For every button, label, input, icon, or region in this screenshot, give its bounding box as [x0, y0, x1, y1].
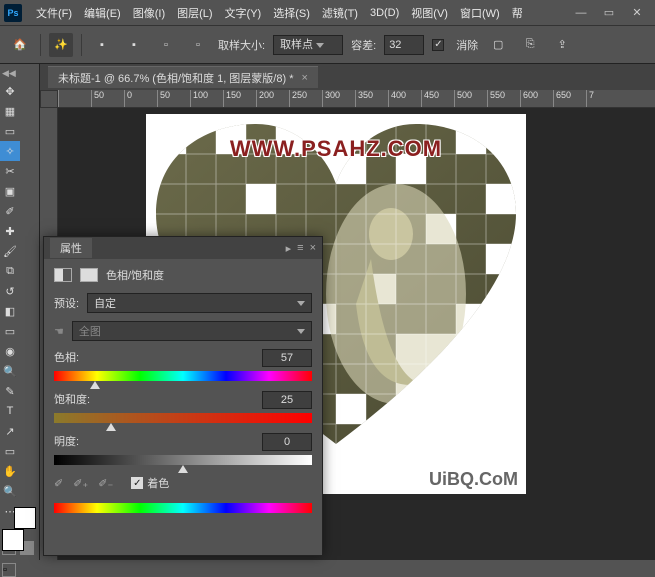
opt-extra-2-icon[interactable]: ⎘ [518, 33, 542, 57]
saturation-slider[interactable] [54, 413, 312, 423]
menu-view[interactable]: 视图(V) [405, 0, 454, 26]
path-tool[interactable]: ↗ [0, 421, 20, 441]
sel-intersect-icon[interactable]: ▫ [186, 33, 210, 57]
magic-wand-tool[interactable]: ✧ [0, 141, 20, 161]
toolbox-collapse-icon[interactable]: ◀◀ [2, 68, 16, 79]
blur-tool[interactable]: ◉ [0, 341, 20, 361]
stamp-tool[interactable]: ⧉ [0, 261, 20, 281]
home-icon[interactable]: 🏠 [8, 33, 32, 57]
tolerance-input[interactable] [384, 35, 424, 55]
lightness-value[interactable]: 0 [262, 433, 312, 451]
document-tab-strip: 未标题-1 @ 66.7% (色相/饱和度 1, 图层蒙版/8) * × [40, 64, 655, 90]
sample-size-label: 取样大小: [218, 37, 265, 53]
colorize-label: 着色 [147, 475, 169, 491]
eyedropper-sub-icon[interactable]: ✐₋ [98, 477, 113, 490]
window-maximize[interactable]: ▭ [595, 2, 623, 24]
tolerance-label: 容差: [351, 37, 376, 53]
shape-tool[interactable]: ▭ [0, 441, 20, 461]
panel-close-icon[interactable]: × [310, 242, 316, 255]
mask-icon[interactable] [80, 268, 98, 282]
eyedropper-tool[interactable]: ✐ [0, 201, 20, 221]
document-tab[interactable]: 未标题-1 @ 66.7% (色相/饱和度 1, 图层蒙版/8) * × [48, 66, 318, 88]
eyedropper-icon[interactable]: ✐ [54, 477, 63, 490]
antialias-label: 消除 [456, 37, 478, 53]
options-bar: 🏠 ✨ ▪ ▪ ▫ ▫ 取样大小: 取样点 容差: 消除 ▢ ⎘ ⇪ [0, 26, 655, 64]
ruler-horizontal[interactable]: 5005010015020025030035040045050055060065… [58, 90, 655, 108]
panel-tab-properties[interactable]: 属性 [50, 238, 92, 258]
zoom-tool[interactable]: 🔍 [0, 481, 20, 501]
saturation-value[interactable]: 25 [262, 391, 312, 409]
gradient-tool[interactable]: ▭ [0, 321, 20, 341]
channel-select[interactable]: 全图 [72, 321, 312, 341]
menu-file[interactable]: 文件(F) [30, 0, 78, 26]
preset-label: 预设: [54, 295, 79, 311]
menu-help[interactable]: 帮 [506, 0, 529, 26]
panel-header[interactable]: 属性 ▸ ≡ × [44, 237, 322, 259]
panel-menu-icon[interactable]: ≡ [297, 242, 303, 255]
sel-sub-icon[interactable]: ▫ [154, 33, 178, 57]
opt-extra-1-icon[interactable]: ▢ [486, 33, 510, 57]
properties-panel: 属性 ▸ ≡ × 色相/饱和度 预设: 自定 ☚ 全图 色相: 57 饱和度: 25 [43, 236, 323, 556]
dodge-tool[interactable]: 🔍 [0, 361, 20, 381]
foreground-color-swatch[interactable] [2, 529, 24, 551]
color-range-bar [54, 503, 312, 513]
sel-add-icon[interactable]: ▪ [122, 33, 146, 57]
background-color-swatch[interactable] [14, 507, 36, 529]
lightness-label: 明度: [54, 433, 79, 451]
menu-window[interactable]: 窗口(W) [454, 0, 506, 26]
sample-size-select[interactable]: 取样点 [273, 35, 343, 55]
document-tab-title: 未标题-1 @ 66.7% (色相/饱和度 1, 图层蒙版/8) * [58, 70, 293, 86]
frame-tool[interactable]: ▣ [0, 181, 20, 201]
hand-tool[interactable]: ✋ [0, 461, 20, 481]
eyedropper-add-icon[interactable]: ✐₊ [73, 477, 88, 490]
sel-new-icon[interactable]: ▪ [90, 33, 114, 57]
marquee-tool[interactable]: ▭ [0, 121, 20, 141]
menu-image[interactable]: 图像(I) [127, 0, 171, 26]
menu-3d[interactable]: 3D(D) [364, 0, 405, 26]
brush-tool[interactable]: 🖌 [0, 241, 20, 261]
type-tool[interactable]: T [0, 401, 20, 421]
menu-layer[interactable]: 图层(L) [171, 0, 218, 26]
heal-tool[interactable]: ✚ [0, 221, 20, 241]
saturation-label: 饱和度: [54, 391, 90, 409]
colorize-checkbox[interactable]: ✓ [131, 477, 143, 489]
history-brush-tool[interactable]: ↺ [0, 281, 20, 301]
hue-slider[interactable] [54, 371, 312, 381]
hue-value[interactable]: 57 [262, 349, 312, 367]
menu-type[interactable]: 文字(Y) [219, 0, 268, 26]
targeted-adjust-icon[interactable]: ☚ [54, 325, 64, 338]
share-icon[interactable]: ⇪ [550, 33, 574, 57]
antialias-checkbox[interactable] [432, 39, 444, 51]
preset-select[interactable]: 自定 [87, 293, 312, 313]
menu-filter[interactable]: 滤镜(T) [316, 0, 364, 26]
adjustment-layer-icon [54, 268, 72, 282]
title-bar: Ps 文件(F) 编辑(E) 图像(I) 图层(L) 文字(Y) 选择(S) 滤… [0, 0, 655, 26]
magic-wand-tool-icon[interactable]: ✨ [49, 33, 73, 57]
watermark-bottom: UiBQ.CoM [429, 469, 518, 490]
toolbox: ◀◀ ✥ ▦ ▭ ✧ ✂ ▣ ✐ ✚ 🖌 ⧉ ↺ ◧ ▭ ◉ 🔍 ✎ T ↗ ▭… [0, 64, 40, 560]
ruler-origin[interactable] [40, 90, 58, 108]
move-tool[interactable]: ✥ [0, 81, 20, 101]
tab-close-icon[interactable]: × [301, 72, 307, 84]
lightness-slider[interactable] [54, 455, 312, 465]
screenmode-icon[interactable]: ▫ [2, 563, 16, 577]
crop-tool[interactable]: ✂ [0, 161, 20, 181]
menu-edit[interactable]: 编辑(E) [78, 0, 127, 26]
watermark-top: WWW.PSAHZ.COM [230, 136, 442, 162]
pen-tool[interactable]: ✎ [0, 381, 20, 401]
hue-label: 色相: [54, 349, 79, 367]
window-minimize[interactable]: — [567, 2, 595, 24]
panel-collapse-icon[interactable]: ▸ [286, 242, 292, 255]
app-logo: Ps [4, 4, 22, 22]
adjustment-type-label: 色相/饱和度 [106, 267, 164, 283]
menu-select[interactable]: 选择(S) [267, 0, 316, 26]
window-close[interactable]: ✕ [623, 2, 651, 24]
artboard-tool[interactable]: ▦ [0, 101, 20, 121]
eraser-tool[interactable]: ◧ [0, 301, 20, 321]
